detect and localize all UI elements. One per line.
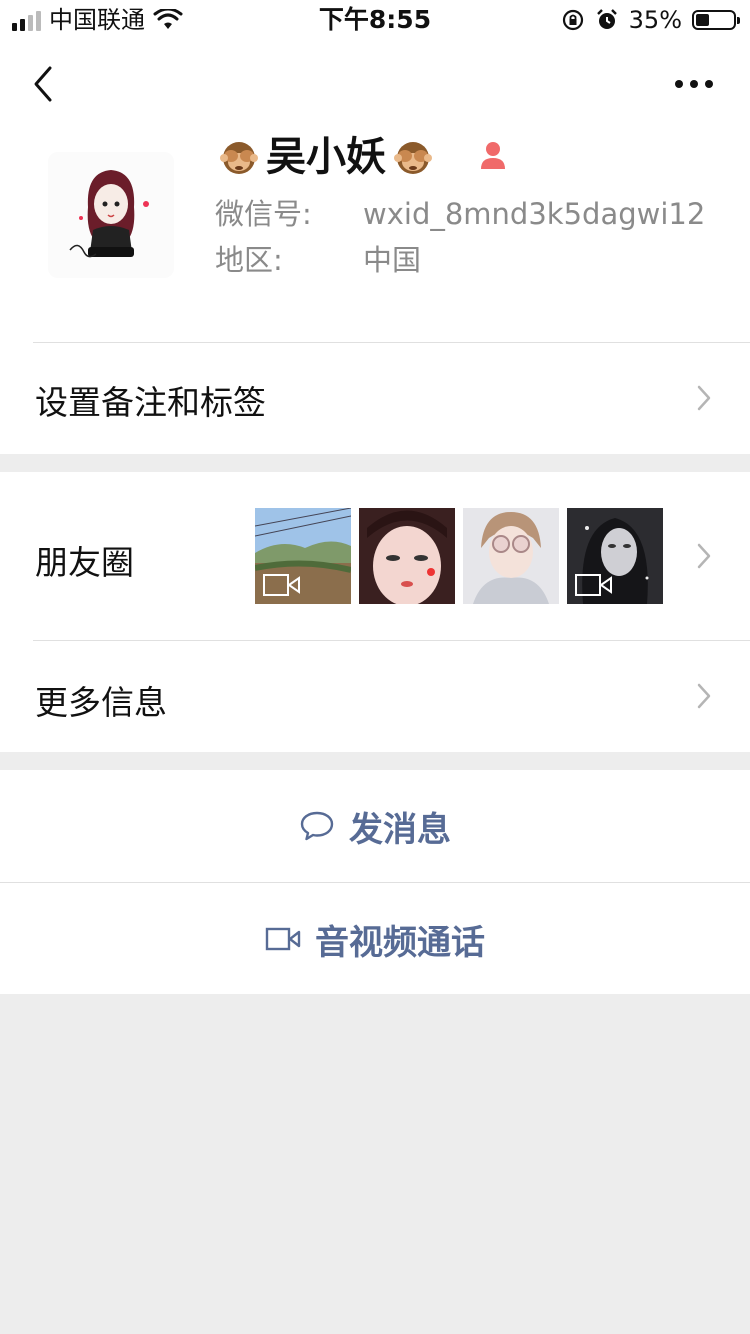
battery-icon xyxy=(692,10,740,30)
audio-video-call-label: 音视频通话 xyxy=(315,922,485,963)
profile-name: 吴小妖 xyxy=(218,130,434,184)
video-icon xyxy=(263,574,300,596)
portrait-photo xyxy=(463,508,559,604)
moments-thumbnail xyxy=(567,508,663,604)
chevron-right-icon xyxy=(697,543,711,569)
moments-thumbnail xyxy=(359,508,455,604)
chevron-right-icon xyxy=(697,385,711,411)
divider xyxy=(33,640,750,641)
status-bar: 中国联通 下午8:55 35% xyxy=(0,0,750,40)
remark-and-tags-label: 设置备注和标签 xyxy=(35,383,266,422)
avatar[interactable] xyxy=(48,152,174,278)
back-chevron-icon[interactable] xyxy=(28,64,58,104)
wxid-label: 微信号: xyxy=(215,197,312,231)
female-icon xyxy=(481,142,505,169)
send-message-label: 发消息 xyxy=(349,809,451,850)
moments-label: 朋友圈 xyxy=(35,543,134,582)
profile-card: 吴小妖 微信号: wxid_8mnd3k5dagwi12 地区: 中国 设置备注和标… xyxy=(0,40,750,454)
portrait-photo xyxy=(359,508,455,604)
see-no-evil-monkey-icon xyxy=(220,142,258,174)
wxid-value: wxid_8mnd3k5dagwi12 xyxy=(363,197,706,231)
rotation-lock-icon xyxy=(562,9,583,31)
remark-and-tags-cell[interactable]: 设置备注和标签 xyxy=(0,342,750,452)
chat-bubble-icon xyxy=(300,811,334,841)
avatar-illustration xyxy=(48,152,174,278)
more-options-icon[interactable] xyxy=(672,74,716,94)
moments-thumbnails xyxy=(255,508,663,604)
see-no-evil-monkey-icon xyxy=(394,142,432,174)
moments-thumbnail xyxy=(463,508,559,604)
more-info-label: 更多信息 xyxy=(35,683,167,722)
detail-section: 朋友圈 更多信息 xyxy=(0,472,750,752)
region-value: 中国 xyxy=(363,243,422,277)
alarm-icon xyxy=(596,9,617,29)
battery-percent: 35% xyxy=(628,6,682,34)
video-icon xyxy=(575,574,612,596)
moments-thumbnail xyxy=(255,508,351,604)
action-buttons: 发消息 音视频通话 xyxy=(0,770,750,994)
region-label: 地区: xyxy=(215,243,283,277)
wxid-row: 微信号: wxid_8mnd3k5dagwi12 xyxy=(215,194,705,234)
profile-name-text: 吴小妖 xyxy=(266,134,386,180)
region-row: 地区: 中国 xyxy=(215,240,421,280)
status-right: 35% xyxy=(561,6,740,34)
audio-video-call-button[interactable]: 音视频通话 xyxy=(0,882,750,995)
send-message-button[interactable]: 发消息 xyxy=(0,770,750,882)
video-camera-icon xyxy=(265,927,301,951)
chevron-right-icon xyxy=(697,683,711,709)
